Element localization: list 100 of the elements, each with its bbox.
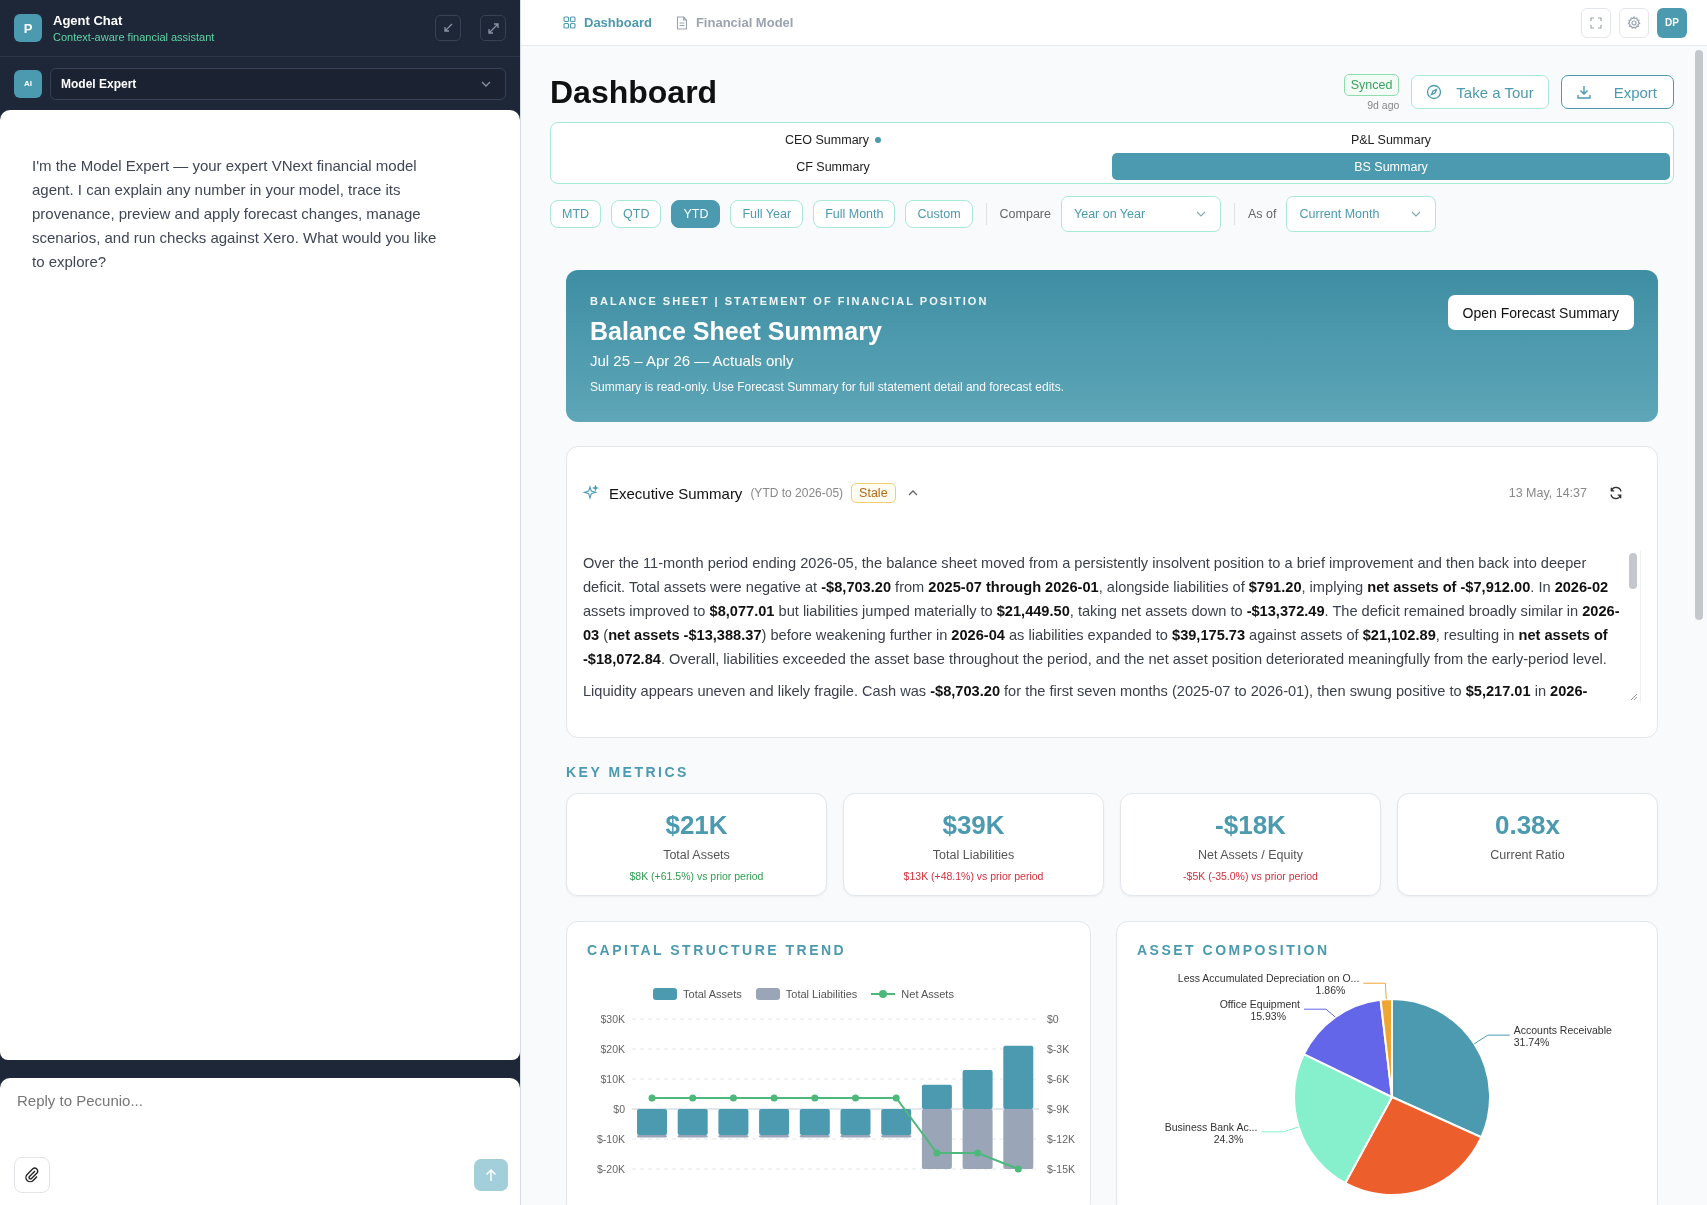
period-button[interactable]: MTD (550, 200, 602, 228)
as-of-label: As of (1248, 207, 1277, 221)
page-title: Dashboard (550, 73, 718, 111)
point (729, 1094, 737, 1102)
summary-title: Executive Summary (609, 484, 743, 502)
legend-swatch (653, 988, 678, 1000)
agent-dropdown[interactable]: Model Expert (50, 67, 506, 100)
axis-tick-label: $0 (1047, 1013, 1059, 1025)
summary-scope: (YTD to 2026-05) (750, 486, 844, 500)
document-icon (675, 15, 688, 30)
summary-tab[interactable]: CEO Summary (554, 126, 1112, 153)
diagonal-arrow-icon (442, 22, 454, 34)
sparkle-icon (583, 485, 599, 501)
expand-icon (486, 21, 500, 35)
metric-change: -$5K (-35.0%) vs prior period (1183, 870, 1318, 882)
axis-tick-label: $10K (600, 1073, 625, 1085)
user-avatar[interactable]: DP (1657, 7, 1687, 38)
slice-value: 1.86% (1315, 984, 1346, 997)
summary-paragraph: Over the 11-month period ending 2026-05, the balance sheet moved from a persistently insolvent position to a brief improvement and then back into deeper deficit. Total assets were negative at -$8,703.20 from 2025-07 through 2026-01, alongside liabilities of $791.20, implying net assets of -$7,912.00. In 2026-02 assets improved to $8,077.01 but liabilities jumped materially to $21,449.50, taking net assets down to -$13,372.49. The deficit remained broadly similar in 2026-03 (net assets -$13,388.37) before weakening further in 2026-04 as liabilities expanded to $39,175.73 against assets of $21,102.89, resulting in net assets of -$18,072.84. Overall, liabilities exceeded the asset base throughout the period, and the net asset position deteriorated meaningfully from the early-period level. (583, 554, 1621, 669)
chevron-down-icon (1196, 211, 1206, 217)
period-button[interactable]: Custom (905, 200, 973, 228)
metric-label: Total Assets (663, 848, 730, 862)
summary-tab[interactable]: P&L Summary (1112, 126, 1670, 153)
chat-message: I'm the Model Expert — your expert VNext financial model agent. I can explain any number in your model, trace its provenance, preview and apply forecast changes, manage scenarios, and run checks against Xero. What would you like to explore? (32, 156, 438, 272)
nav-tab[interactable]: Financial Model (675, 11, 794, 34)
compare-dropdown[interactable]: Year on Year (1061, 196, 1221, 232)
metric-label: Total Liabilities (932, 848, 1015, 862)
slice-label: Accounts Receivable (1513, 1024, 1612, 1037)
refresh-icon (1609, 486, 1623, 500)
banner-note: Summary is read-only. Use Forecast Summary for full statement detail and forecast edits. (590, 380, 1064, 394)
chevron-down-icon (481, 80, 491, 87)
point (689, 1094, 697, 1102)
nav-tab[interactable]: Dashboard (563, 11, 652, 34)
axis-tick-label: $30K (600, 1013, 625, 1025)
attach-button[interactable] (14, 1157, 50, 1193)
export-button[interactable]: Export (1560, 75, 1674, 109)
leader-line (1362, 982, 1387, 1000)
chevron-down-icon (1411, 211, 1422, 217)
point (811, 1094, 819, 1102)
open-forecast-button[interactable]: Open Forecast Summary (1447, 295, 1634, 330)
metric-label: Current Ratio (1490, 848, 1565, 862)
scrollbar-thumb[interactable] (1629, 553, 1637, 589)
metric-value: $39K (942, 810, 1005, 841)
point (648, 1094, 656, 1102)
settings-button[interactable] (1619, 7, 1649, 38)
summary-text-area[interactable] (583, 551, 1641, 703)
leader-line (1473, 1034, 1511, 1045)
point (974, 1149, 982, 1157)
sync-time: 9d ago (1367, 98, 1400, 111)
axis-tick-label: $0 (613, 1103, 625, 1115)
summary-tab[interactable]: BS Summary (1112, 153, 1670, 180)
chart-title: ASSET COMPOSITION (1137, 942, 1331, 958)
panel-subtitle: Context-aware financial assistant (53, 31, 216, 43)
legend-label: Total Liabilities (785, 988, 858, 1000)
period-button[interactable]: QTD (611, 200, 662, 228)
collapse-button[interactable] (435, 15, 461, 41)
fullscreen-icon (1590, 16, 1602, 29)
axis-tick-label: $20K (600, 1043, 625, 1055)
slice-label: Office Equipment (1219, 998, 1300, 1011)
axis-tick-label: $-15K (1047, 1163, 1076, 1175)
point (770, 1094, 778, 1102)
agent-badge: AI (14, 69, 42, 98)
metric-value: 0.38x (1494, 810, 1561, 841)
slice-value: 15.93% (1250, 1010, 1286, 1023)
arrow-up-icon (485, 1168, 497, 1182)
sync-status-badge: Synced (1343, 73, 1400, 96)
slice-label: Less Accumulated Depreciation on O... (1177, 972, 1360, 985)
axis-tick-label: $-3K (1047, 1043, 1070, 1055)
axis-tick-label: $-20K (596, 1163, 625, 1175)
tour-button[interactable]: Take a Tour (1411, 75, 1549, 109)
chevron-icon (907, 490, 918, 496)
scrollbar-thumb[interactable] (1694, 50, 1703, 620)
point (1014, 1165, 1022, 1173)
banner-title: Balance Sheet Summary (590, 317, 883, 346)
point (892, 1094, 900, 1102)
summary-paragraph: Liquidity appears uneven and likely fragile. Cash was -$8,703.20 for the first seven months (2025-07 to 2026-01), then swung positive to $5,217.01 in 2026- (583, 682, 1589, 701)
axis-tick-label: $-12K (1047, 1133, 1076, 1145)
summary-tab[interactable]: CF Summary (554, 153, 1112, 180)
legend-swatch (755, 988, 780, 1000)
expand-button[interactable] (480, 15, 506, 41)
metric-value: -$18K (1215, 810, 1286, 841)
as-of-dropdown[interactable]: Current Month (1286, 196, 1437, 232)
axis-tick-label: $-6K (1047, 1073, 1070, 1085)
slice-label: Business Bank Ac... (1164, 1120, 1258, 1133)
period-button[interactable]: Full Month (813, 200, 896, 228)
panel-title: Agent Chat (53, 13, 124, 28)
compare-label: Compare (999, 207, 1051, 221)
reply-box[interactable]: Reply to Pecunio... (0, 1078, 520, 1205)
app-avatar: P (14, 14, 42, 42)
period-button[interactable]: YTD (671, 200, 721, 228)
period-button[interactable]: Full Year (730, 200, 804, 228)
download-icon (1575, 84, 1592, 100)
banner-kicker: BALANCE SHEET | STATEMENT OF FINANCIAL POSITION (590, 295, 990, 307)
resize-handle-icon[interactable] (1630, 693, 1638, 701)
metric-change: $8K (+61.5%) vs prior period (629, 870, 764, 882)
chart-title: CAPITAL STRUCTURE TREND (587, 942, 848, 958)
leader-line (1260, 1126, 1300, 1133)
banner-subtitle: Jul 25 – Apr 26 — Actuals only (590, 352, 795, 369)
compass-icon (1426, 84, 1443, 100)
legend-label: Net Assets (901, 988, 954, 1000)
